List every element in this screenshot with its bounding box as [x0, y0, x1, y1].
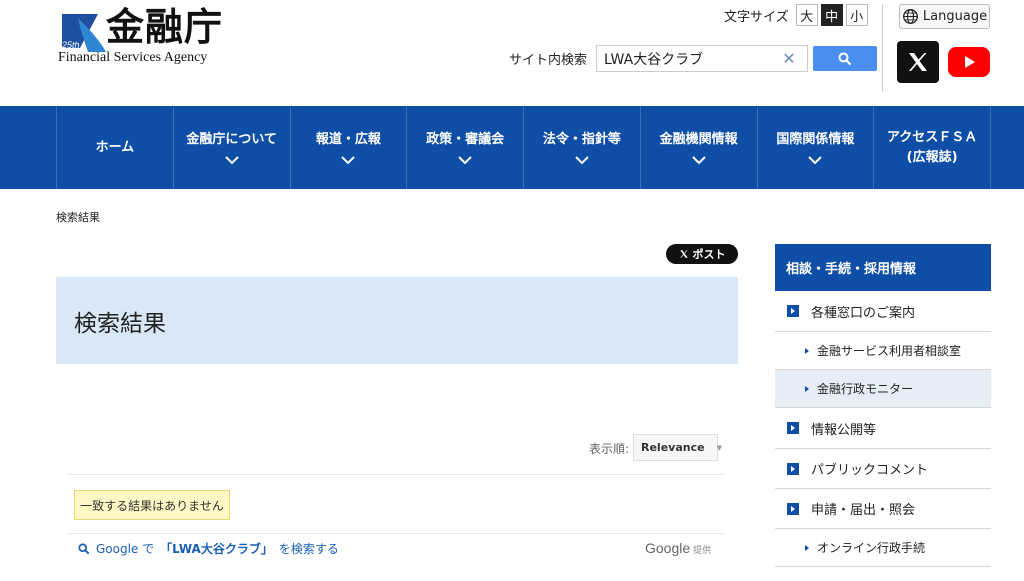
youtube-icon[interactable] [948, 47, 990, 77]
nav-item-international[interactable]: 国際関係情報 [758, 106, 875, 189]
sidebar-item-label: 情報公開等 [811, 422, 877, 438]
arrow-square-icon [787, 462, 799, 475]
arrow-square-icon [787, 305, 799, 317]
sort-label: 表示順: [589, 442, 630, 456]
header-divider [882, 4, 883, 92]
nav-item-access-fsa[interactable]: アクセスＦＳＡ (広報誌) [874, 106, 991, 189]
google-search-prefix: Google で [96, 542, 155, 556]
arrow-right-icon [805, 385, 809, 392]
sidebar-item-online-procedures[interactable]: オンライン行政手続 [775, 529, 991, 567]
site-search-box: ✕ [596, 45, 808, 72]
chevron-down-icon [224, 156, 239, 165]
nav-item-label: 金融機関情報 [659, 132, 738, 147]
arrow-square-icon [787, 422, 799, 434]
sidebar-item-label: 申請・届出・照会 [811, 503, 916, 518]
divider [68, 474, 724, 475]
chevron-down-icon [341, 156, 356, 165]
breadcrumb: 検索結果 [56, 211, 100, 224]
logo-badge: 25th [61, 40, 80, 50]
sidebar-item-monitor[interactable]: 金融行政モニター [775, 370, 991, 408]
nav-item-laws[interactable]: 法令・指針等 [524, 106, 641, 189]
x-post-button[interactable]: ポスト [666, 244, 738, 264]
nav-item-institutions[interactable]: 金融機関情報 [641, 106, 758, 189]
site-header: 25th 金融庁 Financial Services Agency 文字サイズ… [0, 0, 1024, 106]
sort-value: Relevance [641, 441, 705, 454]
search-icon [78, 542, 90, 554]
post-label: ポスト [692, 248, 726, 261]
google-branding: Google 提供 [645, 540, 711, 556]
x-social-icon[interactable] [897, 41, 939, 83]
google-logo: Google [645, 540, 691, 556]
chevron-down-icon [575, 156, 589, 165]
sidebar-item-disclosure[interactable]: 情報公開等 [775, 408, 991, 449]
chevron-down-icon [691, 156, 706, 165]
language-label: Language [922, 9, 988, 24]
sidebar-item-public-comment[interactable]: パブリックコメント [775, 449, 991, 489]
google-provided-label: 提供 [693, 546, 712, 556]
globe-icon [902, 9, 918, 24]
global-nav: ホーム 金融庁について 報道・広報 政策・審議会 法令・指針等 金融機関情報 国… [0, 106, 1024, 189]
sidebar-heading[interactable]: 相談・手続・採用情報 [775, 244, 991, 291]
language-button[interactable]: Language [899, 4, 990, 29]
nav-item-sublabel: (広報誌) [906, 149, 958, 165]
page-title: 検索結果 [74, 311, 166, 337]
arrow-square-icon [787, 502, 799, 515]
logo-title[interactable]: 金融庁 [106, 4, 223, 50]
font-size-control: 文字サイズ 大 中 小 [724, 4, 868, 26]
nav-item-press[interactable]: 報道・広報 [291, 106, 408, 189]
sidebar-item-label: パブリックコメント [811, 463, 929, 478]
chevron-down-icon [458, 156, 472, 165]
nav-item-label: 国際関係情報 [776, 132, 855, 147]
clear-search-icon[interactable]: ✕ [777, 49, 801, 68]
arrow-right-icon [805, 347, 809, 354]
font-size-small-button[interactable]: 小 [845, 4, 868, 26]
search-button[interactable] [813, 46, 877, 71]
sidebar-item-contacts[interactable]: 各種窓口のご案内 [775, 291, 991, 332]
nav-item-label: 政策・審議会 [426, 132, 505, 147]
site-search-input[interactable] [597, 50, 777, 67]
nav-item-about[interactable]: 金融庁について [174, 106, 291, 189]
sidebar-item-label: オンライン行政手続 [817, 541, 926, 555]
sidebar-item-label: 各種窓口のご案内 [811, 305, 916, 321]
nav-item-label: 報道・広報 [315, 132, 381, 147]
sidebar-item-label: 金融行政モニター [817, 382, 914, 396]
search-icon [838, 52, 852, 65]
google-search-link[interactable]: Google で 「LWA大谷クラブ」 を検索する [78, 540, 339, 557]
nav-item-home[interactable]: ホーム [57, 106, 174, 189]
google-search-suffix: を検索する [278, 542, 339, 556]
google-search-query: 「LWA大谷クラブ」 [160, 542, 273, 556]
page-title-box: 検索結果 [56, 277, 738, 364]
divider [68, 533, 724, 534]
arrow-right-icon [805, 544, 809, 551]
site-search-label: サイト内検索 [509, 53, 588, 68]
nav-item-label: ホーム [95, 139, 135, 155]
nav-item-label: アクセスＦＳＡ [886, 129, 978, 145]
logo-subtitle[interactable]: Financial Services Agency [58, 50, 207, 66]
font-size-label: 文字サイズ [724, 9, 789, 25]
caret-down-icon: ▼ [716, 443, 722, 452]
nav-item-policy[interactable]: 政策・審議会 [407, 106, 524, 189]
sort-select[interactable]: Relevance ▼ [633, 434, 722, 461]
sidebar-item-label: 金融サービス利用者相談室 [817, 344, 962, 358]
x-logo-icon [679, 250, 688, 258]
nav-item-label: 金融庁について [186, 132, 277, 147]
nav-item-label: 法令・指針等 [542, 132, 621, 147]
sidebar-item-consultation[interactable]: 金融サービス利用者相談室 [775, 332, 991, 370]
no-result-message: 一致する結果はありません [74, 490, 230, 520]
sidebar-item-applications[interactable]: 申請・届出・照会 [775, 489, 991, 529]
font-size-large-button[interactable]: 大 [795, 4, 818, 26]
font-size-medium-button[interactable]: 中 [820, 4, 843, 26]
chevron-down-icon [808, 156, 823, 165]
